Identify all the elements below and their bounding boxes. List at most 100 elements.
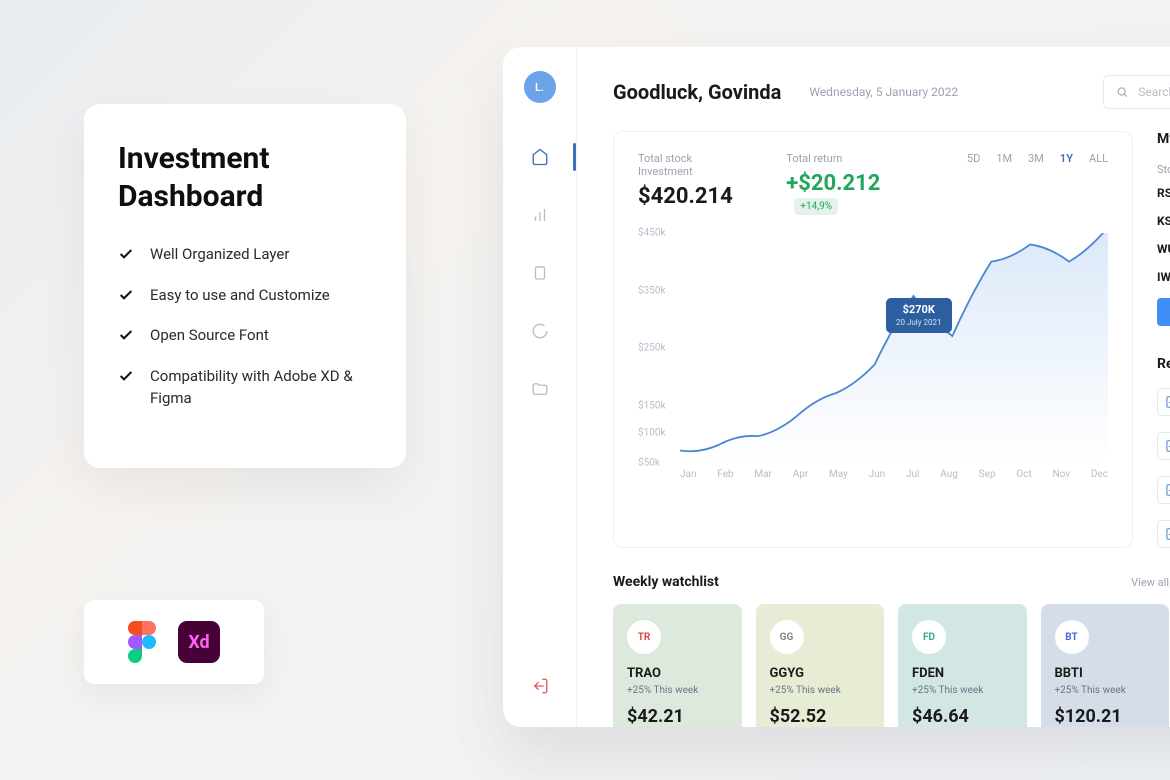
doc-item[interactable] [1157,388,1170,416]
card-change: +25% This week [770,685,871,696]
range-tab[interactable]: 1M [996,152,1012,165]
y-tick: $350k [638,285,666,296]
x-tick: Dec [1091,469,1108,480]
card-change: +25% This week [1055,685,1156,696]
x-tick: Apr [793,469,809,480]
card-price: $42.21 [627,706,728,727]
search-icon [1116,85,1128,99]
card-badge: BT [1055,620,1089,654]
tooltip-value: $270K [896,303,942,317]
nav-refresh[interactable] [503,305,576,357]
avatar[interactable]: L. [524,71,556,103]
y-tick: $250k [638,343,666,354]
logout-button[interactable] [503,677,576,695]
rp-label: Stock [1157,163,1170,176]
x-tick: Jan [680,469,696,480]
card-badge: GG [770,620,804,654]
x-tick: May [829,469,848,480]
y-tick: $100k [638,428,666,439]
refresh-icon [531,322,549,340]
search-input[interactable] [1138,85,1170,99]
nav-chart[interactable] [503,189,576,241]
tooltip-date: 20 July 2021 [896,318,942,328]
doc-item[interactable] [1157,520,1170,548]
rp-button[interactable] [1157,298,1170,326]
card-price: $120.21 [1055,706,1156,727]
figma-icon [128,621,156,663]
chart-area: $450k $350k $250k $150k $100k $50k $270K… [638,233,1108,463]
x-tick: Aug [940,469,958,480]
file-icon [1164,527,1170,541]
xd-icon: Xd [178,621,220,663]
y-tick: $450k [638,228,666,239]
feature-text: Compatibility with Adobe XD & Figma [150,365,372,410]
search-box[interactable] [1103,75,1170,109]
y-tick: $150k [638,400,666,411]
return-pct: +14,9% [794,198,838,215]
tool-badges: Xd [84,600,264,684]
x-tick: Mar [754,469,772,480]
watchlist-card[interactable]: GG GGYG +25% This week $52.52 [756,604,885,727]
nav-folder[interactable] [503,363,576,415]
card-change: +25% This week [627,685,728,696]
card-badge: TR [627,620,661,654]
stock-item[interactable]: WUBS [1157,242,1170,256]
viewall-link[interactable]: View all [1131,576,1169,589]
x-tick: Jun [869,469,886,480]
date-text: Wednesday, 5 January 2022 [809,85,958,99]
feature-list: Well Organized Layer Easy to use and Cus… [118,243,372,410]
chart-tooltip: $270K 20 July 2021 [886,298,952,333]
card-symbol: BBTI [1055,666,1156,681]
stock-item[interactable]: RSYH [1157,186,1170,200]
chart-card: Total stock Investment $420.214 Total re… [613,131,1133,548]
card-price: $46.64 [912,706,1013,727]
promo-title: Investment Dashboard [118,140,372,215]
x-tick: Nov [1052,469,1070,480]
range-tab[interactable]: 5D [967,152,980,165]
home-icon [531,148,549,166]
watchlist-title: Weekly watchlist [613,574,719,590]
range-tab-active[interactable]: 1Y [1060,152,1073,165]
stock-item[interactable]: KSGU [1157,214,1170,228]
dashboard-app: L. Goodluck, Govinda Wednesday, 5 Januar… [503,47,1170,727]
x-axis: Jan Feb Mar Apr May Jun Jul Aug Sep Oct … [638,469,1108,480]
right-panel: My s Stock RSYH KSGU WUBS IWE2 Rese [1157,131,1170,548]
doc-item[interactable] [1157,476,1170,504]
range-tab[interactable]: 3M [1028,152,1044,165]
promo-card: Investment Dashboard Well Organized Laye… [84,104,406,468]
line-chart [680,233,1108,462]
feature-text: Well Organized Layer [150,243,289,266]
check-icon [118,327,134,343]
check-icon [118,287,134,303]
rp-section2-title: Rese [1157,356,1170,372]
watchlist-card[interactable]: BT BBTI +25% This week $120.21 [1041,604,1170,727]
range-tab[interactable]: ALL [1089,152,1108,165]
y-tick: $50k [638,458,660,469]
card-price: $52.52 [770,706,871,727]
card-badge: FD [912,620,946,654]
feature-text: Easy to use and Customize [150,284,330,307]
return-label: Total return [786,152,923,165]
nav-clipboard[interactable] [503,247,576,299]
main-content: Goodluck, Govinda Wednesday, 5 January 2… [577,47,1170,727]
logout-icon [531,677,549,695]
watchlist-card[interactable]: FD FDEN +25% This week $46.64 [898,604,1027,727]
file-icon [1164,439,1170,453]
range-tabs: 5D 1M 3M 1Y ALL [967,152,1108,165]
stock-item[interactable]: IWE2 [1157,270,1170,284]
card-symbol: GGYG [770,666,871,681]
topbar: Goodluck, Govinda Wednesday, 5 January 2… [613,75,1170,109]
clipboard-icon [531,264,549,282]
bar-chart-icon [531,206,549,224]
nav-home[interactable] [503,131,576,183]
watchlist-card[interactable]: TR TRAO +25% This week $42.21 [613,604,742,727]
x-tick: Sep [979,469,996,480]
feature-text: Open Source Font [150,324,269,347]
return-value: +$20.212 [786,171,880,196]
watchlist: Weekly watchlist View all TR TRAO +25% T… [613,574,1169,727]
card-symbol: TRAO [627,666,728,681]
x-tick: Jul [906,469,919,480]
doc-item[interactable] [1157,432,1170,460]
invest-value: $420.214 [638,184,742,209]
sidebar: L. [503,47,577,727]
